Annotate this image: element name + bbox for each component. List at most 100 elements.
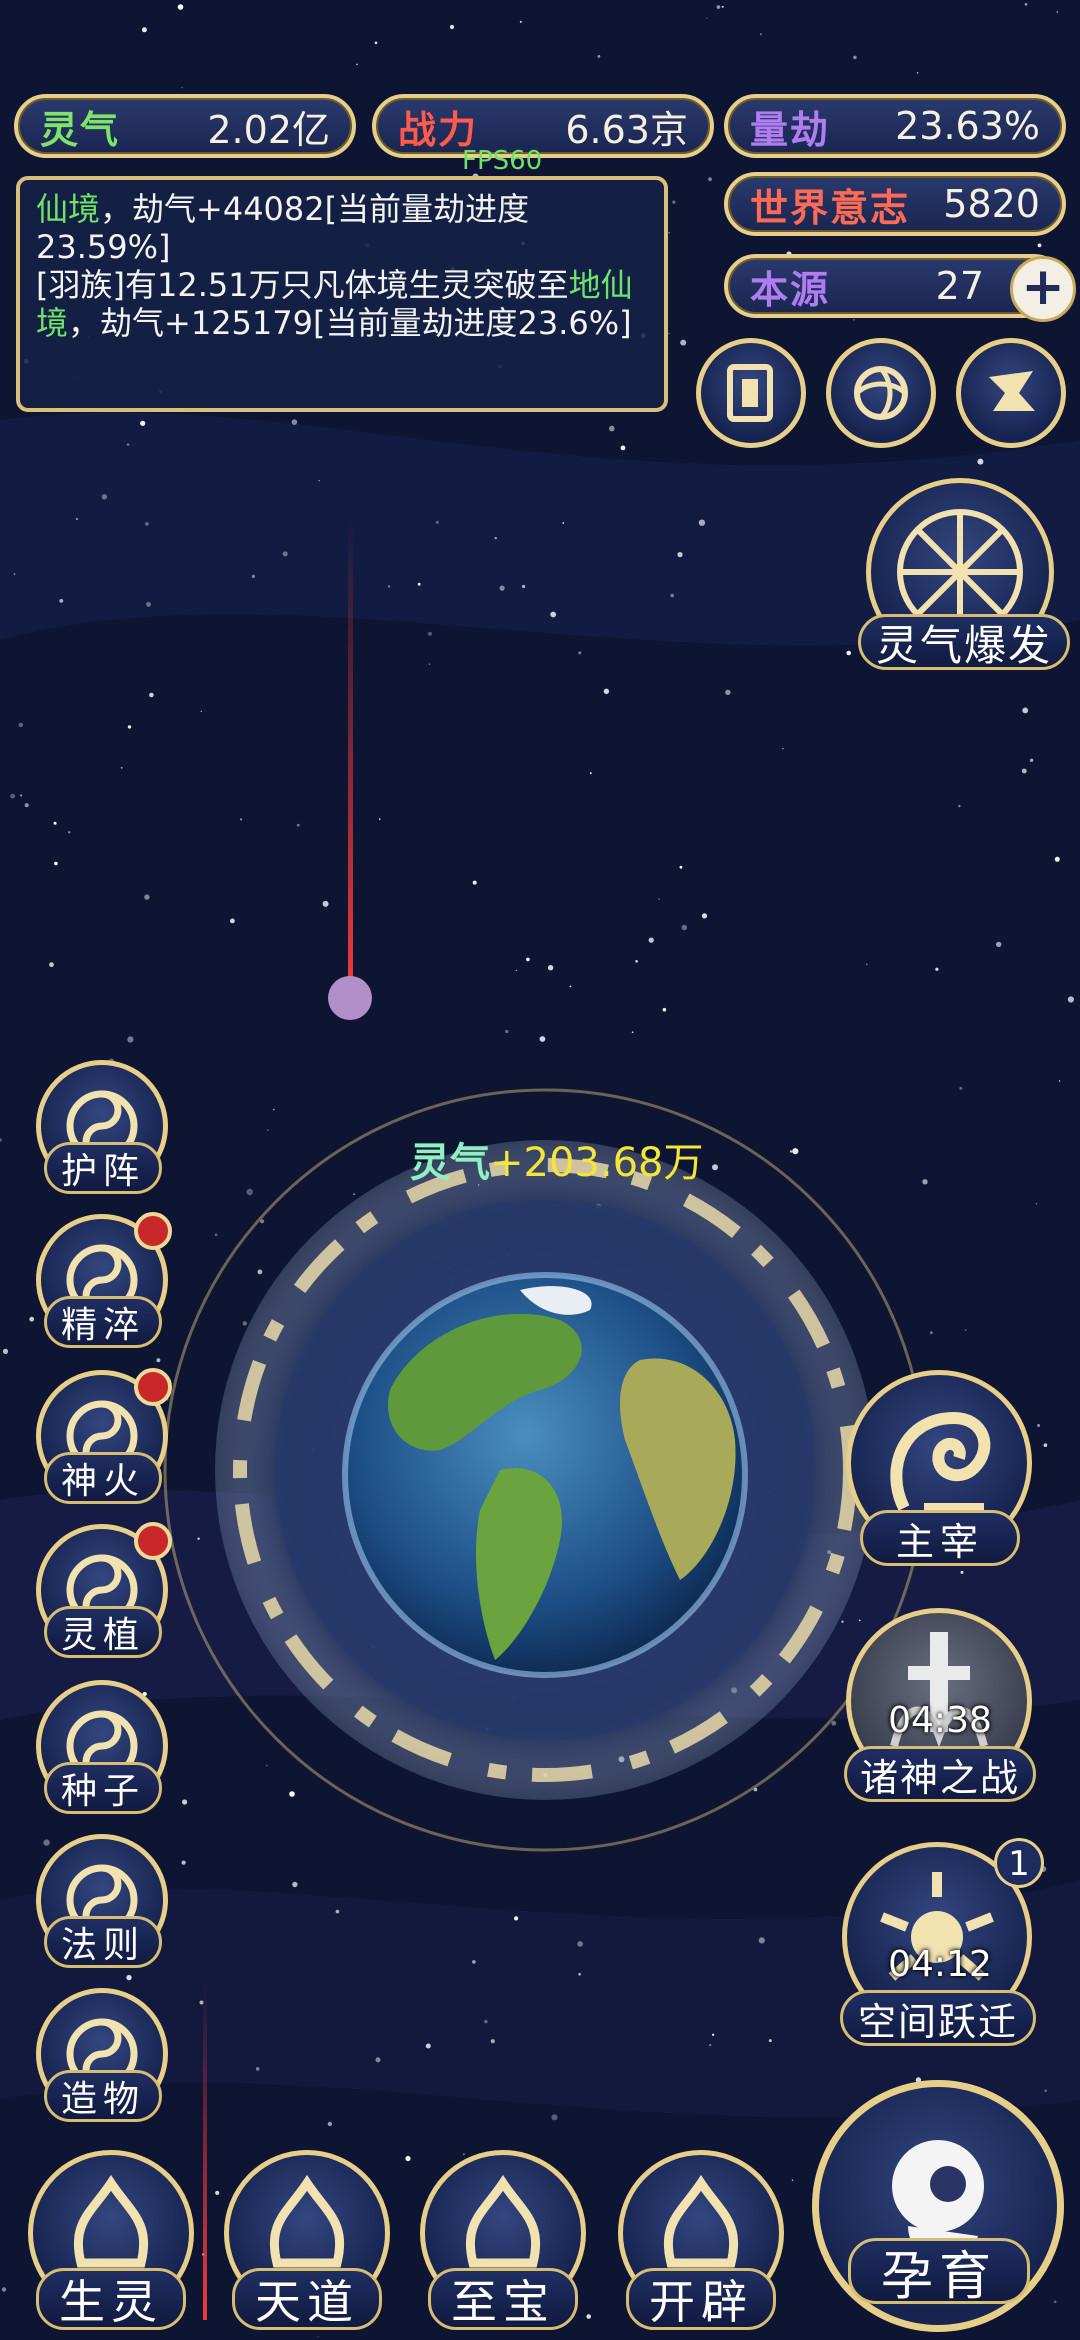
star [1,2287,7,2292]
star [449,24,455,30]
star [75,518,78,520]
star [577,1941,583,1947]
kongjian-timer: 04:12 [888,1944,992,1985]
star [958,804,961,808]
star [547,965,554,971]
star [578,651,582,655]
star [29,1316,35,1322]
star [551,2114,558,2121]
notification-dot [134,1522,172,1560]
star [712,1164,718,1171]
bottom-menu-label: 开辟 [626,2268,776,2330]
star [1043,1443,1048,1447]
star [197,1537,200,1540]
star [935,967,939,971]
star [782,748,784,750]
kongjian-badge: 1 [994,1838,1044,1888]
log-entry-2-text-a: [羽族]有12.51万只凡体境生灵突破至 [36,266,569,304]
lingqi-stat: 灵气 2.02亿 [14,94,356,158]
lingqi-label: 灵气 [40,107,121,152]
star [668,231,670,234]
star [658,898,660,900]
bottom-menu-label: 至宝 [428,2268,578,2330]
star [589,772,592,775]
liangjie-stat: 量劫 23.63% [724,94,1066,158]
star [251,574,255,579]
star [255,2067,260,2071]
star [126,1974,132,1981]
star [291,419,298,425]
star [620,445,626,451]
star [472,1960,476,1964]
liangjie-value: 23.63% [895,104,1040,148]
star [379,818,381,820]
star [662,1007,667,1012]
card-button[interactable] [696,338,806,448]
star [758,1937,765,1944]
star [996,941,1002,948]
star [10,793,16,799]
star [405,2155,411,2162]
shijie-value: 5820 [943,182,1040,226]
yunyu-label: 孕育 [848,2238,1030,2307]
star [20,794,23,797]
star [292,1881,298,1888]
star [425,2043,431,2049]
star [672,200,676,204]
shijie-label: 世界意志 [750,185,911,230]
star [1021,768,1027,774]
fps-counter: FPS60 [462,146,543,176]
star [648,937,654,943]
star [181,1860,186,1865]
star [526,957,530,962]
star [494,536,497,540]
lingqi-gain-text: 灵气+203.68万 [410,1130,703,1188]
liangjie-label: 量劫 [750,107,831,152]
log-entry-1: 仙境，劫气+44082[当前量劫进度23.59%] [36,190,648,266]
star [335,1909,340,1914]
star [768,2039,772,2043]
star [853,55,857,60]
star [230,918,235,924]
scroll-icon [989,371,1035,411]
star [569,985,572,988]
star [679,865,683,869]
star [462,2153,465,2156]
star [215,2190,220,2195]
log-entry-2: [羽族]有12.51万只凡体境生灵突破至地仙境，劫气+125179[当前量劫进度… [36,266,648,342]
kongjian-label: 空间跃迁 [840,1990,1036,2046]
star [149,692,154,698]
benyuan-plus-button[interactable]: + [1010,256,1076,322]
lingqi-gain-label: 灵气 [410,1140,490,1186]
star [977,458,984,465]
left-menu-label: 护阵 [44,1142,162,1194]
zhanli-stat: 战力 6.63京 [372,94,714,158]
log-entry-1-text: ，劫气+44082[当前量劫进度23.59%] [36,190,530,266]
star [609,425,615,432]
star [181,86,183,89]
scroll-button[interactable] [956,338,1066,448]
star [831,1720,837,1726]
star [182,1799,188,1805]
star [586,2314,591,2319]
bottom-menu-label: 天道 [232,2268,382,2330]
left-menu-label: 法则 [44,1916,162,1968]
star [43,1839,50,1846]
star [177,4,184,10]
star [435,520,439,524]
star [141,27,147,33]
star [156,1358,161,1363]
star [322,900,329,907]
star [257,1269,263,1275]
star [18,722,23,728]
star [1054,856,1060,862]
star [1035,1203,1038,1205]
vortex-button[interactable] [826,338,936,448]
star [387,585,391,588]
star [725,689,731,695]
left-menu-label: 神火 [44,1452,162,1504]
star [246,1188,253,1196]
star [522,584,526,589]
star [668,332,670,335]
star [428,663,430,665]
